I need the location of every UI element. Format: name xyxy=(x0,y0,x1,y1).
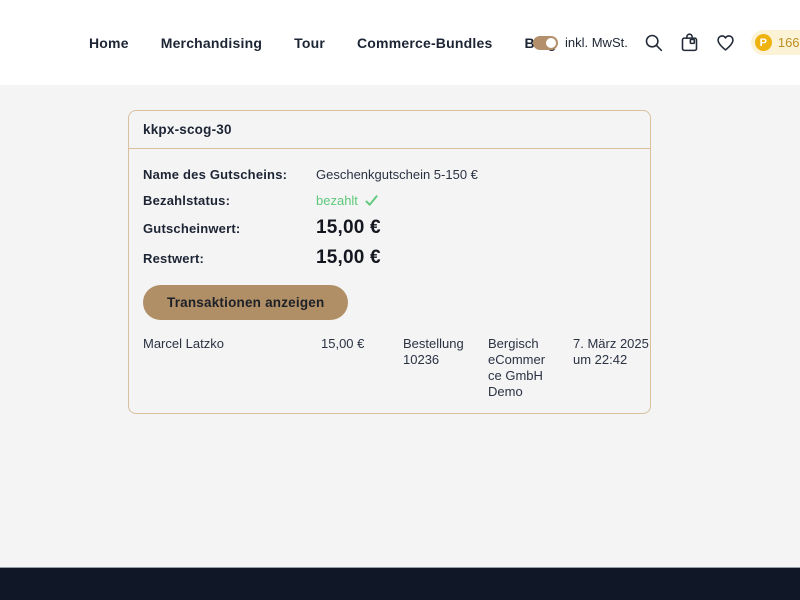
points-badge[interactable]: P 1660 ▾ xyxy=(751,30,800,55)
nav-item-commerce-bundles[interactable]: Commerce-Bundles xyxy=(357,35,492,51)
show-transactions-button[interactable]: Transaktionen anzeigen xyxy=(143,285,348,320)
voucher-value-label: Gutscheinwert: xyxy=(143,221,316,236)
header-controls: inkl. MwSt. P 1660 ▾ xyxy=(533,0,800,85)
transaction-customer: Marcel Latzko xyxy=(143,336,321,352)
payment-status-row: Bezahlstatus: bezahlt xyxy=(143,187,636,213)
points-p-icon: P xyxy=(755,34,772,51)
voucher-value-row: Gutscheinwert: 15,00 € xyxy=(143,213,636,243)
heart-icon[interactable] xyxy=(715,32,736,53)
points-value: 1660 xyxy=(778,35,800,50)
vat-toggle[interactable]: inkl. MwSt. xyxy=(533,35,628,50)
vat-toggle-label: inkl. MwSt. xyxy=(565,35,628,50)
page-content: kkpx-scog-30 Name des Gutscheins: Gesche… xyxy=(0,85,800,567)
transaction-order: Bestellung 10236 xyxy=(403,336,488,368)
payment-status-value: bezahlt xyxy=(316,193,379,208)
voucher-code: kkpx-scog-30 xyxy=(129,111,650,149)
transaction-amount: 15,00 € xyxy=(321,336,403,352)
payment-status-label: Bezahlstatus: xyxy=(143,193,316,208)
remaining-value-row: Restwert: 15,00 € xyxy=(143,243,636,273)
nav-item-home[interactable]: Home xyxy=(89,35,129,51)
voucher-name-row: Name des Gutscheins: Geschenkgutschein 5… xyxy=(143,161,636,187)
nav-item-tour[interactable]: Tour xyxy=(294,35,325,51)
voucher-card-body: Name des Gutscheins: Geschenkgutschein 5… xyxy=(129,149,650,413)
voucher-value-amount: 15,00 € xyxy=(316,217,381,239)
voucher-name-label: Name des Gutscheins: xyxy=(143,167,316,182)
check-icon xyxy=(364,193,379,208)
search-icon[interactable] xyxy=(643,32,664,53)
bag-icon[interactable] xyxy=(679,32,700,53)
transaction-row: Marcel Latzko 15,00 € Bestellung 10236 B… xyxy=(143,336,636,399)
toggle-switch[interactable] xyxy=(533,36,558,50)
remaining-value-amount: 15,00 € xyxy=(316,247,381,269)
page-footer xyxy=(0,567,800,600)
remaining-value-label: Restwert: xyxy=(143,251,316,266)
voucher-name-value: Geschenkgutschein 5-150 € xyxy=(316,167,478,182)
transaction-date: 7. März 2025 um 22:42 xyxy=(573,336,655,368)
transaction-company: Bergisch eCommerce GmbH Demo xyxy=(488,336,573,399)
main-nav: Home Merchandising Tour Commerce-Bundles… xyxy=(89,0,556,85)
paid-text: bezahlt xyxy=(316,193,358,208)
nav-item-merchandising[interactable]: Merchandising xyxy=(161,35,262,51)
toggle-knob xyxy=(546,38,556,48)
top-header: Home Merchandising Tour Commerce-Bundles… xyxy=(0,0,800,85)
voucher-card: kkpx-scog-30 Name des Gutscheins: Gesche… xyxy=(128,110,651,414)
